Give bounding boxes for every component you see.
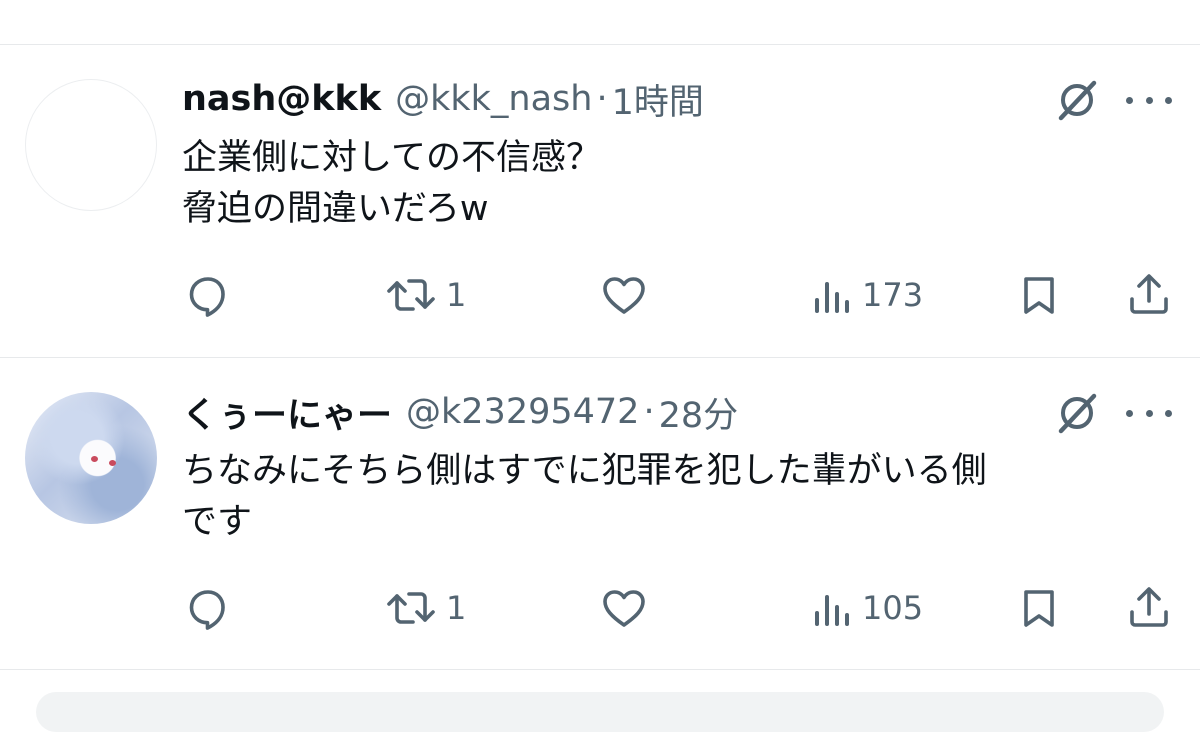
reply-icon (189, 590, 225, 630)
reply-compose-box[interactable] (36, 692, 1164, 732)
grok-icon[interactable] (1052, 75, 1102, 125)
avatar[interactable] (25, 79, 157, 211)
views-button[interactable]: 105 (812, 587, 923, 629)
share-icon (1130, 587, 1168, 627)
retweet-icon (387, 279, 435, 311)
timestamp[interactable]: 1時間 (612, 74, 704, 125)
more-icon[interactable] (1126, 398, 1172, 428)
display-name[interactable]: くぅーにゃー (182, 387, 392, 438)
timestamp[interactable]: 28分 (659, 387, 739, 438)
heart-icon (603, 590, 645, 627)
tweet[interactable]: nash@kkk @kkk_nash · 1時間 企業側に対しての不信感？ 脅迫… (0, 45, 1200, 357)
retweet-button[interactable]: 1 (386, 587, 466, 629)
retweet-icon (387, 592, 435, 624)
retweet-count: 1 (446, 276, 467, 314)
tweet-text-line: です (182, 502, 253, 542)
retweet-count: 1 (446, 589, 467, 627)
separator: · (596, 79, 608, 119)
tweet-text-line: ちなみにそちら側はすでに犯罪を犯した輩がいる側 (182, 451, 987, 491)
tweet[interactable]: くぅーにゃー @k23295472 · 28分 ちなみにそちら側はすでに犯罪を犯… (0, 358, 1200, 670)
avatar-eye (91, 456, 98, 462)
like-button[interactable] (600, 273, 648, 317)
share-button[interactable] (1127, 584, 1171, 630)
views-count: 173 (862, 276, 924, 314)
views-icon (815, 282, 849, 313)
reply-button[interactable] (186, 586, 230, 630)
retweet-button[interactable]: 1 (386, 274, 466, 316)
avatar-eye (109, 460, 116, 466)
views-count: 105 (862, 589, 924, 627)
more-icon[interactable] (1126, 85, 1172, 115)
separator: · (643, 392, 655, 432)
heart-icon (603, 277, 645, 314)
bookmark-icon (1024, 277, 1054, 314)
bookmark-icon (1024, 590, 1054, 627)
share-icon (1130, 274, 1168, 314)
reply-button[interactable] (186, 273, 230, 317)
display-name[interactable]: nash@kkk (182, 79, 381, 119)
tweet-divider (0, 669, 1200, 670)
tweet-text-line: 脅迫の間違いだろw (182, 189, 489, 229)
views-button[interactable]: 173 (812, 274, 923, 316)
tweet-header: nash@kkk @kkk_nash · 1時間 (182, 75, 704, 123)
user-handle[interactable]: @kkk_nash (395, 79, 592, 119)
reply-icon (189, 277, 225, 317)
grok-icon[interactable] (1052, 388, 1102, 438)
tweet-text: ちなみにそちら側はすでに犯罪を犯した輩がいる側 です (182, 446, 1172, 548)
views-icon (815, 595, 849, 626)
like-button[interactable] (600, 586, 648, 630)
user-handle[interactable]: @k23295472 (406, 392, 639, 432)
bookmark-button[interactable] (1019, 273, 1059, 317)
tweet-header: くぅーにゃー @k23295472 · 28分 (182, 388, 738, 436)
tweet-text-line: 企業側に対しての不信感？ (182, 138, 601, 178)
bookmark-button[interactable] (1019, 586, 1059, 630)
avatar[interactable] (25, 392, 157, 524)
tweet-text: 企業側に対しての不信感？ 脅迫の間違いだろw (182, 133, 1172, 235)
share-button[interactable] (1127, 271, 1171, 317)
